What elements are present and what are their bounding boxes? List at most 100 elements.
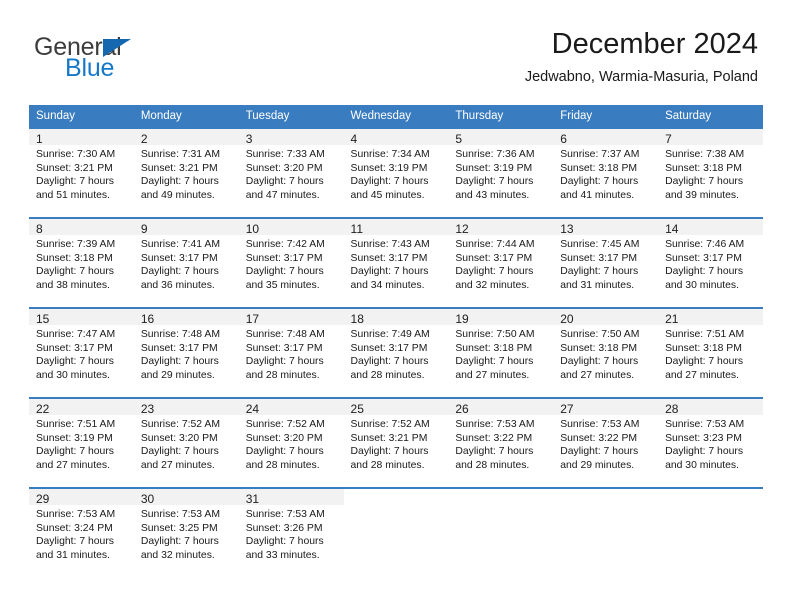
daylight-text-line1: Daylight: 7 hours [245,356,324,368]
daylight-text-line1: Daylight: 7 hours [665,266,744,278]
calendar-day-cell[interactable]: 3 Sunrise: 7:33 AM Sunset: 3:20 PM Daylight… [238,127,344,218]
day-details: Sunrise: 7:34 AM Sunset: 3:19 PM Daylight:… [343,145,449,203]
day-number: 13 [553,219,659,236]
day-number: 12 [448,219,554,236]
calendar-day-cell[interactable]: 20 Sunrise: 7:50 AM Sunset: 3:18 PM Dayligh… [553,307,659,398]
day-number: 5 [448,129,554,146]
daylight-text-line1: Daylight: 7 hours [560,446,639,458]
day-details: Sunrise: 7:50 AM Sunset: 3:18 PM Daylight:… [553,325,659,383]
day-number: 4 [343,129,449,146]
daylight-text-line1: Daylight: 7 hours [36,266,114,278]
calendar-day-cell[interactable]: 16 Sunrise: 7:48 AM Sunset: 3:17 PM Dayligh… [133,307,239,398]
sunrise-text: Sunrise: 7:53 AM [560,419,640,430]
calendar-day-cell[interactable]: 1 Sunrise: 7:30 AM Sunset: 3:21 PM Daylight… [29,127,134,218]
title-block: December 2024 Jedwabno, Warmia-Masuria, … [525,26,758,87]
daylight-text-line2: and 28 minutes. [455,459,530,471]
day-details: Sunrise: 7:41 AM Sunset: 3:17 PM Daylight:… [133,235,239,293]
calendar-day-cell[interactable]: 2 Sunrise: 7:31 AM Sunset: 3:21 PM Daylight… [133,127,239,218]
calendar-day-cell[interactable]: 13 Sunrise: 7:45 AM Sunset: 3:17 PM Dayligh… [553,217,659,308]
calendar-day-cell-empty [343,487,449,577]
calendar-day-cell[interactable]: 6 Sunrise: 7:37 AM Sunset: 3:18 PM Daylight… [553,127,659,218]
day-details: Sunrise: 7:52 AM Sunset: 3:21 PM Daylight:… [343,415,449,473]
calendar-day-cell[interactable]: 14 Sunrise: 7:46 AM Sunset: 3:17 PM Dayligh… [658,217,763,308]
calendar-day-cell[interactable]: 18 Sunrise: 7:49 AM Sunset: 3:17 PM Dayligh… [343,307,449,398]
calendar-day-cell[interactable]: 26 Sunrise: 7:53 AM Sunset: 3:22 PM Dayligh… [448,397,554,488]
calendar-day-cell[interactable]: 22 Sunrise: 7:51 AM Sunset: 3:19 PM Dayligh… [29,397,134,488]
calendar-table: Sunday Monday Tuesday Wednesday Thursday… [29,105,763,577]
daylight-text-line1: Daylight: 7 hours [350,266,429,278]
calendar-day-cell[interactable]: 29 Sunrise: 7:53 AM Sunset: 3:24 PM Dayligh… [29,487,134,577]
sunset-text: Sunset: 3:17 PM [36,342,113,354]
sunset-text: Sunset: 3:21 PM [140,162,218,174]
sunrise-text: Sunrise: 7:52 AM [350,419,430,430]
daylight-text-line1: Daylight: 7 hours [245,176,324,188]
day-details [553,505,659,508]
day-number: 21 [658,309,763,326]
calendar-day-cell[interactable]: 24 Sunrise: 7:52 AM Sunset: 3:20 PM Dayligh… [238,397,344,488]
sunset-text: Sunset: 3:17 PM [665,252,742,264]
sunset-text: Sunset: 3:20 PM [245,162,323,174]
calendar-day-cell[interactable]: 9 Sunrise: 7:41 AM Sunset: 3:17 PM Daylight… [133,217,239,308]
sunrise-text: Sunrise: 7:50 AM [560,329,640,340]
day-details: Sunrise: 7:43 AM Sunset: 3:17 PM Daylight:… [343,235,449,293]
daylight-text-line2: and 28 minutes. [350,369,425,381]
page-title: December 2024 [551,28,758,60]
sunrise-text: Sunrise: 7:44 AM [455,239,535,250]
daylight-text-line2: and 27 minutes. [665,369,739,381]
calendar-day-cell[interactable]: 4 Sunrise: 7:34 AM Sunset: 3:19 PM Daylight… [343,127,449,218]
calendar-day-cell[interactable]: 19 Sunrise: 7:50 AM Sunset: 3:18 PM Dayligh… [448,307,554,398]
daylight-text-line2: and 51 minutes. [36,189,110,201]
calendar-week-row: 29 Sunrise: 7:53 AM Sunset: 3:24 PM Dayligh… [29,487,763,577]
calendar-day-cell[interactable]: 21 Sunrise: 7:51 AM Sunset: 3:18 PM Dayligh… [658,307,763,398]
sunset-text: Sunset: 3:20 PM [245,432,323,444]
daylight-text-line2: and 27 minutes. [140,459,215,471]
sunset-text: Sunset: 3:18 PM [455,342,533,354]
calendar-day-cell[interactable]: 11 Sunrise: 7:43 AM Sunset: 3:17 PM Dayligh… [343,217,449,308]
daylight-text-line1: Daylight: 7 hours [245,446,324,458]
calendar-day-cell[interactable]: 25 Sunrise: 7:52 AM Sunset: 3:21 PM Dayligh… [343,397,449,488]
calendar-day-cell[interactable]: 12 Sunrise: 7:44 AM Sunset: 3:17 PM Dayligh… [448,217,554,308]
daylight-text-line2: and 32 minutes. [455,279,530,291]
day-details: Sunrise: 7:30 AM Sunset: 3:21 PM Daylight:… [29,145,134,203]
calendar-day-cell[interactable]: 23 Sunrise: 7:52 AM Sunset: 3:20 PM Dayligh… [133,397,239,488]
daylight-text-line1: Daylight: 7 hours [350,176,429,188]
calendar-day-cell[interactable]: 15 Sunrise: 7:47 AM Sunset: 3:17 PM Dayligh… [29,307,134,398]
calendar-day-cell[interactable]: 27 Sunrise: 7:53 AM Sunset: 3:22 PM Dayligh… [553,397,659,488]
calendar-day-cell-empty [553,487,659,577]
daylight-text-line1: Daylight: 7 hours [560,266,639,278]
sunrise-text: Sunrise: 7:51 AM [36,419,116,430]
sunset-text: Sunset: 3:22 PM [560,432,638,444]
sunset-text: Sunset: 3:17 PM [350,342,428,354]
calendar-day-cell[interactable]: 31 Sunrise: 7:53 AM Sunset: 3:26 PM Dayligh… [238,487,344,577]
calendar-week-row: 8 Sunrise: 7:39 AM Sunset: 3:18 PM Daylight… [29,217,763,308]
calendar-day-cell[interactable]: 5 Sunrise: 7:36 AM Sunset: 3:19 PM Daylight… [448,127,554,218]
calendar-day-cell[interactable]: 7 Sunrise: 7:38 AM Sunset: 3:18 PM Daylight… [658,127,763,218]
day-number: 2 [133,129,239,146]
sunset-text: Sunset: 3:19 PM [350,162,428,174]
sunset-text: Sunset: 3:25 PM [140,522,218,534]
daylight-text-line2: and 30 minutes. [665,459,739,471]
sunrise-text: Sunrise: 7:53 AM [665,419,745,430]
sunrise-text: Sunrise: 7:37 AM [560,149,640,160]
calendar-day-cell[interactable]: 8 Sunrise: 7:39 AM Sunset: 3:18 PM Daylight… [29,217,134,308]
day-details: Sunrise: 7:42 AM Sunset: 3:17 PM Daylight:… [238,235,344,293]
daylight-text-line2: and 33 minutes. [245,549,320,561]
daylight-text-line1: Daylight: 7 hours [36,176,114,188]
calendar-day-cell[interactable]: 17 Sunrise: 7:48 AM Sunset: 3:17 PM Dayligh… [238,307,344,398]
day-details: Sunrise: 7:38 AM Sunset: 3:18 PM Daylight:… [658,145,763,203]
brand-logo[interactable]: General Blue [34,34,224,90]
day-details [343,505,449,508]
daylight-text-line2: and 28 minutes. [245,369,320,381]
sunset-text: Sunset: 3:17 PM [455,252,533,264]
weekday-header-sunday: Sunday [29,105,134,128]
sunrise-text: Sunrise: 7:43 AM [350,239,430,250]
sunrise-text: Sunrise: 7:53 AM [245,509,325,520]
calendar-day-cell[interactable]: 30 Sunrise: 7:53 AM Sunset: 3:25 PM Dayligh… [133,487,239,577]
daylight-text-line2: and 38 minutes. [36,279,110,291]
calendar-day-cell[interactable]: 10 Sunrise: 7:42 AM Sunset: 3:17 PM Dayligh… [238,217,344,308]
day-details: Sunrise: 7:36 AM Sunset: 3:19 PM Daylight:… [448,145,554,203]
sunset-text: Sunset: 3:17 PM [245,342,323,354]
calendar-day-cell[interactable]: 28 Sunrise: 7:53 AM Sunset: 3:23 PM Dayligh… [658,397,763,488]
day-number [448,489,554,505]
sunrise-text: Sunrise: 7:39 AM [36,239,116,250]
